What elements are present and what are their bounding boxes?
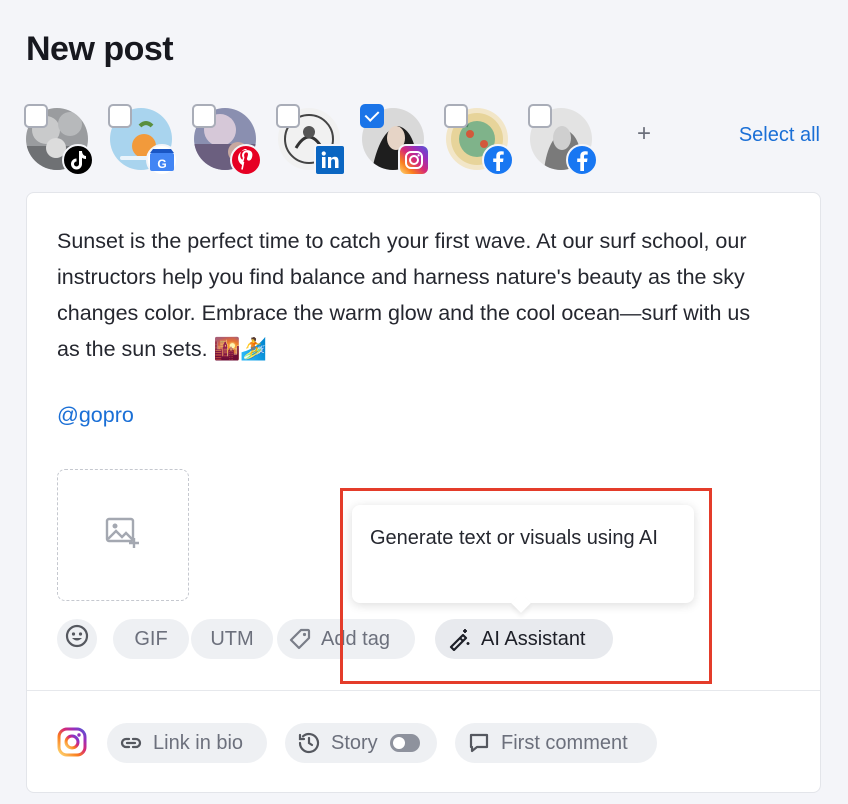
add-tag-label: Add tag xyxy=(321,627,390,650)
instagram-icon xyxy=(57,727,87,762)
account-checkbox[interactable] xyxy=(108,104,132,128)
tiktok-icon xyxy=(62,144,94,176)
account-checkbox[interactable] xyxy=(360,104,384,128)
ai-assistant-button[interactable]: AI Assistant xyxy=(435,619,613,659)
linkedin-icon xyxy=(314,144,346,176)
mention-link[interactable]: @gopro xyxy=(57,403,134,428)
facebook-icon xyxy=(566,144,598,176)
account-google-business[interactable]: G xyxy=(108,104,178,176)
facebook-icon xyxy=(482,144,514,176)
add-media-button[interactable] xyxy=(57,469,189,601)
account-checkbox[interactable] xyxy=(276,104,300,128)
tag-icon xyxy=(289,628,311,650)
divider xyxy=(27,690,820,691)
account-checkbox[interactable] xyxy=(192,104,216,128)
account-linkedin[interactable] xyxy=(276,104,346,176)
link-in-bio-label: Link in bio xyxy=(153,731,244,754)
ai-assistant-label: AI Assistant xyxy=(481,627,586,650)
emoji-button[interactable] xyxy=(57,619,97,659)
post-editor-card: Sunset is the perfect time to catch your… xyxy=(26,192,821,793)
magic-wand-icon xyxy=(447,627,471,651)
add-image-icon xyxy=(105,517,141,554)
emoji-icon xyxy=(65,624,89,654)
svg-text:G: G xyxy=(157,157,166,171)
google-business-icon: G xyxy=(146,144,178,176)
post-text[interactable]: Sunset is the perfect time to catch your… xyxy=(57,223,757,367)
story-label: Story xyxy=(331,731,378,754)
comment-icon xyxy=(467,731,491,755)
instagram-icon xyxy=(398,144,430,176)
link-icon xyxy=(119,731,143,755)
first-comment-label: First comment xyxy=(501,731,628,754)
editor-toolbar: GIF UTM Add tag AI Assistant xyxy=(57,619,817,659)
page-title: New post xyxy=(26,30,174,68)
account-selector: G + Select all xyxy=(24,102,824,176)
story-toggle-switch[interactable] xyxy=(389,734,420,752)
account-instagram[interactable] xyxy=(360,104,430,176)
add-account-button[interactable]: + xyxy=(630,120,658,148)
add-tag-button[interactable]: Add tag xyxy=(277,619,415,659)
story-toggle-button[interactable]: Story xyxy=(285,723,437,763)
utm-button[interactable]: UTM xyxy=(191,619,273,659)
account-facebook[interactable] xyxy=(528,104,598,176)
instagram-options-bar: Link in bio Story First comment xyxy=(57,723,797,763)
account-checkbox[interactable] xyxy=(528,104,552,128)
pinterest-icon xyxy=(230,144,262,176)
story-history-icon xyxy=(297,731,321,755)
gif-button[interactable]: GIF xyxy=(113,619,189,659)
account-checkbox[interactable] xyxy=(24,104,48,128)
account-tiktok[interactable] xyxy=(24,104,94,176)
account-pinterest[interactable] xyxy=(192,104,262,176)
link-in-bio-button[interactable]: Link in bio xyxy=(107,723,267,763)
account-facebook[interactable] xyxy=(444,104,514,176)
ai-assistant-tooltip: Generate text or visuals using AI xyxy=(352,505,694,603)
account-checkbox[interactable] xyxy=(444,104,468,128)
select-all-link[interactable]: Select all xyxy=(739,124,820,147)
first-comment-button[interactable]: First comment xyxy=(455,723,657,763)
